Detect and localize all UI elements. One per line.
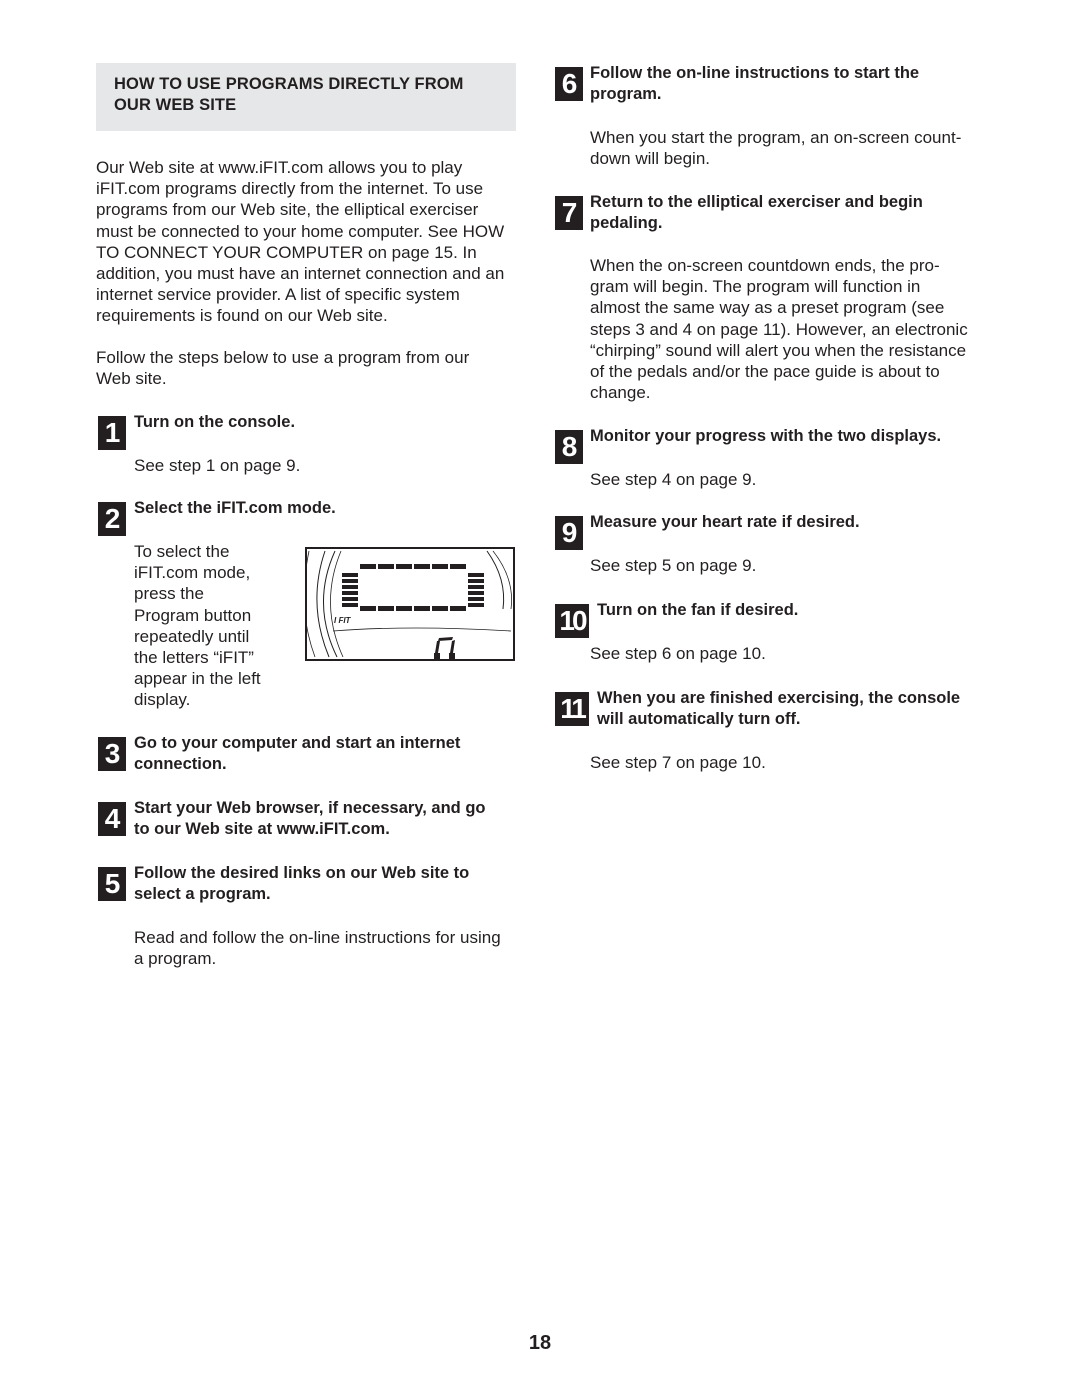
step-body: See step 6 on page 10.: [590, 643, 1010, 664]
step-title-line: connection.: [134, 755, 227, 774]
step-title-line: Follow the desired links on our Web site…: [134, 864, 470, 882]
step-title-line: Select the iFIT.com mode.: [134, 499, 336, 517]
step-title-line: select a program.: [134, 885, 271, 904]
step-title-line: Monitor your progress with the two displ…: [590, 427, 942, 445]
step-body-line: iFIT.com mode,: [134, 563, 251, 583]
step-number-badge: 5: [98, 867, 126, 901]
step-title-line: Turn on the fan if desired.: [597, 601, 799, 619]
step-title-line: pedaling.: [590, 214, 663, 233]
step-body-line: When you start the program, an on-screen…: [590, 128, 962, 147]
section-heading: HOW TO USE PROGRAMS DIRECTLY FROM OUR WE…: [96, 63, 516, 131]
step-title: Follow the desired links on our Web site…: [134, 863, 554, 905]
step-title: Measure your heart rate if desired.: [590, 512, 1010, 533]
step-title: Go to your computer and start an interne…: [134, 733, 554, 775]
step-body: See step 4 on page 9.: [590, 469, 1010, 490]
step-number-badge: 1: [98, 416, 126, 450]
step-title-line: Return to the elliptical exerciser and b…: [590, 193, 923, 211]
step-body-line: a program.: [134, 949, 217, 969]
step-body: See step 7 on page 10.: [590, 752, 1010, 773]
step-title: Turn on the console.: [134, 412, 554, 433]
step-body-line: down will begin.: [590, 149, 711, 169]
step-body-line: change.: [590, 383, 651, 403]
step-title: Start your Web browser, if necessary, an…: [134, 798, 554, 840]
console-display-illustration: I FIT: [305, 547, 515, 661]
step-title: Turn on the fan if desired.: [597, 600, 1017, 621]
step-body-line: See step 4 on page 9.: [590, 470, 757, 489]
step-number-badge: 11: [555, 692, 589, 726]
step-title-line: Start your Web browser, if necessary, an…: [134, 799, 486, 817]
step-body-line: Read and follow the on-line instructions…: [134, 928, 501, 947]
step-title-line: When you are finished exercising, the co…: [597, 689, 961, 707]
intro-line: requirements is found on our Web site.: [96, 306, 388, 326]
step-body-line: the letters “iFIT”: [134, 648, 254, 668]
step-title-line: program.: [590, 85, 662, 104]
step-number-badge: 4: [98, 802, 126, 836]
step-body-line: See step 1 on page 9.: [134, 456, 301, 475]
step-body-line: of the pedals and/or the pace guide is a…: [590, 362, 940, 382]
ifit-lcd-label: I FIT: [334, 616, 352, 625]
intro-line: addition, you must have an internet conn…: [96, 264, 505, 284]
follow-paragraph: Follow the steps below to use a program …: [96, 347, 536, 389]
step-title-line: to our Web site at www.iFIT.com.: [134, 820, 390, 839]
step-title-line: Follow the on-line instructions to start…: [590, 64, 920, 82]
step-title: Follow the on-line instructions to start…: [590, 63, 1010, 105]
step-title: Select the iFIT.com mode.: [134, 498, 554, 519]
follow-line: Follow the steps below to use a program …: [96, 348, 470, 367]
step-title-line: Measure your heart rate if desired.: [590, 513, 860, 531]
step-body-line: Program button: [134, 605, 252, 625]
step-number-badge: 10: [555, 604, 589, 638]
step-body-line: See step 7 on page 10.: [590, 753, 766, 772]
page-number: 18: [528, 1332, 552, 1354]
step-body-line: steps 3 and 4 on page 11). However, an e…: [590, 319, 968, 339]
step-number-badge: 2: [98, 502, 126, 536]
step-body-line: appear in the left: [134, 669, 261, 689]
step-body-line: display.: [134, 690, 191, 710]
step-body: When you start the program, an on-screen…: [590, 127, 1010, 169]
step-number-badge: 3: [98, 737, 126, 771]
step-title-line: will automatically turn off.: [597, 710, 801, 729]
step-body-line: gram will begin. The program will functi…: [590, 277, 921, 297]
intro-line: internet service provider. A list of spe…: [96, 285, 460, 305]
step-body-line: press the: [134, 584, 204, 604]
step-body-line: repeatedly until: [134, 626, 250, 646]
step-title: When you are finished exercising, the co…: [597, 688, 1017, 730]
step-body: Read and follow the on-line instructions…: [134, 927, 554, 969]
step-body: See step 1 on page 9.: [134, 455, 554, 476]
step-body-line: To select the: [134, 542, 230, 561]
intro-line: programs from our Web site, the elliptic…: [96, 200, 479, 220]
step-body-line: almost the same way as a preset program …: [590, 298, 945, 318]
step-title-line: Go to your computer and start an interne…: [134, 734, 461, 752]
intro-line: must be connected to your home computer.…: [96, 221, 505, 241]
intro-line: iFIT.com programs directly from the inte…: [96, 179, 484, 199]
step-body-line: See step 6 on page 10.: [590, 644, 766, 663]
step-body-line: See step 5 on page 9.: [590, 556, 757, 575]
section-heading-line-1: HOW TO USE PROGRAMS DIRECTLY FROM: [114, 75, 464, 93]
step-title-line: Turn on the console.: [134, 413, 296, 431]
intro-line: Our Web site at www.iFIT.com allows you …: [96, 158, 463, 177]
step-body: See step 5 on page 9.: [590, 555, 1010, 576]
section-heading-line-2: OUR WEB SITE: [114, 96, 237, 114]
step-number-badge: 9: [555, 516, 583, 550]
step-number-badge: 8: [555, 430, 583, 464]
follow-line: Web site.: [96, 369, 167, 389]
step-body: To select the iFIT.com mode, press the P…: [134, 541, 309, 711]
step-body-line: “chirping” sound will alert you when the…: [590, 340, 967, 360]
step-title: Return to the elliptical exerciser and b…: [590, 192, 1010, 234]
intro-paragraph: Our Web site at www.iFIT.com allows you …: [96, 157, 536, 327]
console-lcd-icon: I FIT: [307, 550, 512, 659]
step-body: When the on-screen countdown ends, the p…: [590, 255, 1010, 403]
intro-line: TO CONNECT YOUR COMPUTER on page 15. In: [96, 242, 477, 262]
step-number-badge: 6: [555, 67, 583, 101]
step-number-badge: 7: [555, 196, 583, 230]
step-title: Monitor your progress with the two displ…: [590, 426, 1010, 447]
step-body-line: When the on-screen countdown ends, the p…: [590, 256, 940, 275]
